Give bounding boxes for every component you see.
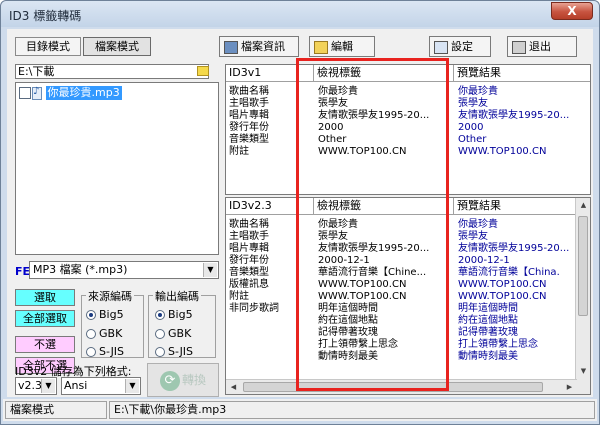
- output-encoding-title: 輸出編碼: [153, 288, 201, 304]
- exit-button[interactable]: 退出: [507, 36, 577, 57]
- tab-directory-mode[interactable]: 目錄模式: [15, 37, 81, 56]
- tab-file-mode[interactable]: 檔案模式: [83, 37, 151, 56]
- file-name: 你最珍貴.mp3: [45, 86, 122, 100]
- radio-icon: [86, 329, 96, 339]
- file-list[interactable]: 你最珍貴.mp3: [15, 82, 219, 255]
- list-item[interactable]: 你最珍貴.mp3: [19, 86, 159, 101]
- source-encoding-group: 來源編碼 Big5 GBK S-JIS: [81, 288, 144, 358]
- id3-version-value: v2.3: [18, 379, 43, 392]
- vertical-scrollbar[interactable]: ▲ ▼: [575, 198, 590, 394]
- close-button[interactable]: X: [551, 2, 593, 20]
- path-input[interactable]: E:\下載: [15, 64, 209, 79]
- radio-selected-icon: [86, 310, 96, 320]
- chevron-down-icon[interactable]: ▼: [203, 263, 217, 277]
- id3v1-preview-header[interactable]: 預覽結果: [454, 65, 590, 82]
- exit-icon: [512, 40, 526, 54]
- id3-version-select[interactable]: v2.3 ▼: [15, 377, 57, 395]
- charset-select[interactable]: Ansi ▼: [61, 377, 141, 395]
- output-gbk-radio[interactable]: GBK: [155, 327, 191, 340]
- radio-icon: [155, 329, 165, 339]
- charset-value: Ansi: [64, 379, 88, 392]
- output-encoding-group: 輸出編碼 Big5 GBK S-JIS: [148, 288, 216, 358]
- convert-label: 轉換: [181, 373, 206, 387]
- radio-label: Big5: [99, 308, 124, 321]
- scroll-left-icon[interactable]: ◀: [226, 380, 241, 394]
- scroll-thumb[interactable]: [578, 216, 588, 316]
- preview-value: WWW.TOP100.CN: [458, 146, 547, 157]
- settings-label: 設定: [451, 40, 473, 53]
- chevron-down-icon[interactable]: ▼: [125, 379, 139, 393]
- radio-label: GBK: [99, 327, 123, 340]
- scroll-up-icon[interactable]: ▲: [576, 198, 590, 213]
- status-file-path: E:\下載\你最珍貴.mp3: [109, 401, 595, 419]
- radio-label: Big5: [168, 308, 193, 321]
- file-info-label: 檔案資訊: [241, 40, 285, 53]
- window-title: ID3 標籤轉碼: [9, 9, 82, 23]
- file-type-value: MP3 檔案 (*.mp3): [33, 263, 128, 276]
- settings-button[interactable]: 設定: [429, 36, 491, 57]
- filter-label: FE: [15, 265, 31, 278]
- radio-label: S-JIS: [168, 345, 194, 358]
- file-type-select[interactable]: MP3 檔案 (*.mp3) ▼: [29, 261, 219, 279]
- source-big5-radio[interactable]: Big5: [86, 308, 124, 321]
- status-mode: 檔案模式: [5, 401, 107, 419]
- output-big5-radio[interactable]: Big5: [155, 308, 193, 321]
- source-encoding-title: 來源編碼: [86, 288, 134, 304]
- edit-label: 編輯: [331, 40, 353, 53]
- settings-icon: [434, 40, 448, 54]
- highlight-frame: [296, 58, 449, 391]
- deselect-button[interactable]: 不選: [15, 336, 75, 353]
- file-info-icon: [224, 40, 238, 54]
- convert-button[interactable]: ⟳ 轉換: [147, 363, 219, 397]
- scroll-down-icon[interactable]: ▼: [576, 364, 590, 379]
- edit-button[interactable]: 編輯: [309, 36, 375, 57]
- music-file-icon: [32, 86, 42, 100]
- exit-label: 退出: [529, 40, 551, 53]
- radio-icon: [155, 347, 165, 357]
- preview-value: 動情時刻最美: [458, 351, 518, 362]
- source-gbk-radio[interactable]: GBK: [86, 327, 122, 340]
- folder-browse-icon[interactable]: [197, 66, 209, 76]
- scroll-right-icon[interactable]: ▶: [562, 380, 577, 394]
- edit-icon: [314, 40, 328, 54]
- chevron-down-icon[interactable]: ▼: [41, 379, 55, 393]
- file-checkbox[interactable]: [19, 87, 31, 99]
- select-button[interactable]: 選取: [15, 289, 75, 306]
- radio-label: GBK: [168, 327, 192, 340]
- source-sjis-radio[interactable]: S-JIS: [86, 345, 124, 358]
- radio-selected-icon: [155, 310, 165, 320]
- status-bar: 檔案模式 E:\下載\你最珍貴.mp3: [3, 399, 597, 421]
- convert-icon: ⟳: [159, 370, 180, 391]
- file-info-button[interactable]: 檔案資訊: [219, 36, 299, 57]
- title-bar[interactable]: ID3 標籤轉碼 X: [1, 1, 599, 27]
- id3v2-preview-header[interactable]: 預覽結果: [454, 198, 578, 215]
- select-all-button[interactable]: 全部選取: [15, 310, 75, 327]
- radio-label: S-JIS: [99, 345, 125, 358]
- output-sjis-radio[interactable]: S-JIS: [155, 345, 193, 358]
- app-window: ID3 標籤轉碼 X 目錄模式 檔案模式 E:\下載 你最珍貴.mp3 FE M…: [0, 0, 600, 425]
- radio-icon: [86, 347, 96, 357]
